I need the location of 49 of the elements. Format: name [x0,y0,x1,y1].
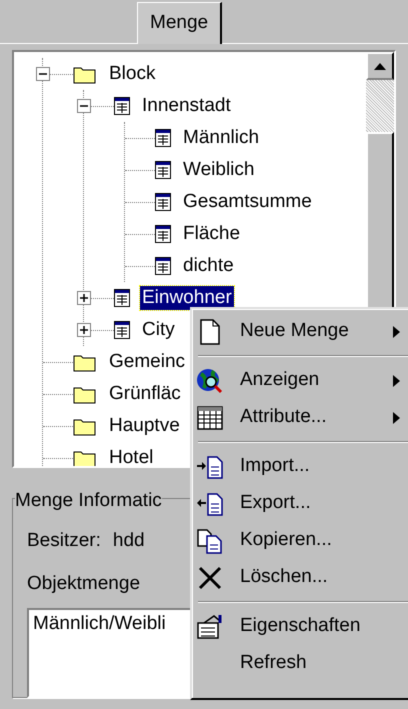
table-icon [155,193,171,211]
expand-toggle[interactable] [77,323,91,337]
copy-icon [196,528,224,554]
properties-icon [196,614,224,640]
table-icon [114,321,130,339]
plus-icon [80,326,88,334]
tree-item[interactable]: Block [107,62,158,86]
tree-item[interactable]: Gesamtsumme [181,190,314,214]
table-icon [114,289,130,307]
owner-label: Besitzer: [27,529,101,553]
table-icon [155,225,171,243]
menu-item[interactable]: Kopieren... [192,522,408,559]
collapse-toggle[interactable] [36,67,50,81]
objects-label: Objektmenge [27,572,140,596]
tree-item[interactable]: Weiblich [181,158,256,182]
owner-value: hdd [112,529,145,553]
menu-item[interactable]: Export... [192,485,408,522]
tree-item[interactable]: Grünfläc [107,382,183,406]
up-arrow-icon [374,62,386,70]
arrow-left-document-icon [196,490,224,516]
menu-item[interactable]: Eigenschaften [192,608,408,645]
menu-item[interactable]: Import... [192,448,408,485]
menu-item[interactable]: Refresh [192,645,408,682]
tree-item[interactable]: Hotel [107,446,156,466]
collapse-toggle[interactable] [77,99,91,113]
tree-item[interactable]: Einwohner [140,286,234,310]
tree-item[interactable]: City [140,318,177,342]
table-icon [155,129,171,147]
scroll-up-button[interactable] [366,52,394,80]
tree-item[interactable]: Männlich [181,126,262,150]
table-icon [155,161,171,179]
tree-item[interactable]: Fläche [181,222,242,246]
menu-item[interactable]: Neue Menge [192,313,408,350]
plus-icon [80,294,88,302]
grid-icon [196,404,224,430]
tree-item[interactable]: Hauptve [107,414,182,438]
tree-item[interactable]: dichte [181,254,236,278]
tab[interactable]: Menge [137,2,222,44]
globe-magnifier-icon [196,368,224,394]
table-icon [114,97,130,115]
table-icon [155,257,171,275]
menu-item[interactable]: Löschen... [192,559,408,596]
expand-toggle[interactable] [77,291,91,305]
menu-item[interactable]: Anzeigen [192,362,408,399]
arrow-document-icon [196,454,224,480]
tree-item[interactable]: Gemeinc [107,350,188,374]
tree-item[interactable]: Innenstadt [140,94,233,118]
cross-icon [196,564,224,590]
menu-item[interactable]: Attribute... [192,399,408,436]
